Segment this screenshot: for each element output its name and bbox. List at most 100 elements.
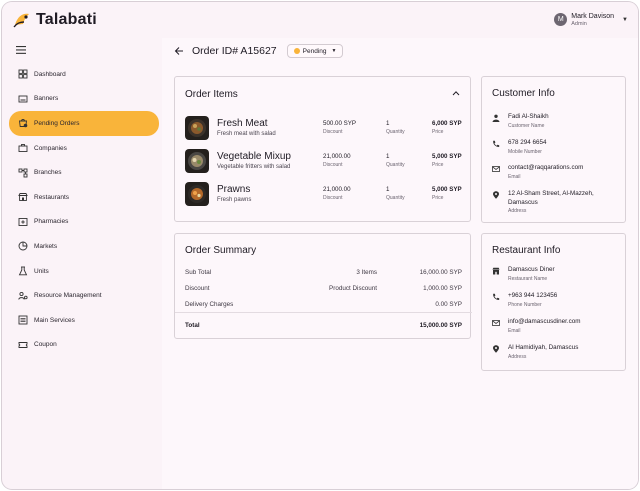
food-image-vegetable-mixup — [185, 149, 209, 173]
item-price: 5,000 SYP Price — [432, 153, 462, 168]
store-icon — [492, 267, 500, 275]
item-description: Fresh meat with salad — [217, 131, 276, 137]
email-icon — [492, 166, 500, 172]
order-items-title: Order Items — [185, 89, 238, 100]
item-description: Vegetable fritters with salad — [217, 164, 291, 170]
status-dropdown[interactable]: Pending ▼ — [286, 44, 344, 58]
list-item[interactable]: Fresh Meat Fresh meat with salad 500.00 … — [185, 116, 465, 142]
restaurant-info-title: Restaurant Info — [492, 245, 561, 256]
person-icon — [492, 114, 500, 122]
caret-down-icon[interactable]: ▼ — [622, 17, 628, 23]
restaurant-name-row: Damascus Diner Restaurant Name — [492, 266, 622, 282]
sidebar-item-label: Banners — [34, 95, 59, 103]
sidebar-item-main-services[interactable]: Main Services — [9, 308, 159, 333]
location-pin-icon — [493, 345, 499, 353]
order-summary-title: Order Summary — [185, 245, 257, 256]
back-arrow-icon[interactable] — [174, 46, 184, 56]
sidebar-item-label: Pharmacies — [34, 218, 69, 226]
page-title: Order ID# A15627 — [192, 45, 277, 57]
customer-name-row: Fadi Al-Shaikh Customer Name — [492, 113, 622, 129]
customer-address-row: 12 Al-Sham Street, Al-Mazzeh, Damascus Ad… — [492, 190, 622, 214]
sidebar-item-resource-management[interactable]: Resource Management — [9, 283, 159, 308]
restaurant-phone-row: +963 944 123456 Phone Number — [492, 292, 622, 308]
sidebar-item-label: Markets — [34, 242, 58, 250]
avatar: M — [554, 13, 568, 27]
email-icon — [492, 320, 500, 326]
summary-row-total: Total 15,000.00 SYP — [185, 322, 462, 329]
status-label: Pending — [302, 47, 327, 55]
sidebar-item-restaurants[interactable]: Restaurants — [9, 185, 159, 210]
item-discount: 21,000.00 Discount — [323, 186, 351, 201]
customer-info-card: Customer Info Fadi Al-Shaikh Customer Nam… — [481, 76, 626, 223]
sidebar-item-pending-orders[interactable]: Pending Orders — [9, 111, 159, 136]
list-box-icon — [18, 315, 28, 325]
chevron-up-icon[interactable] — [452, 90, 460, 96]
customer-phone-row: 678 294 6654 Mobile Number — [492, 139, 622, 155]
caret-down-icon: ▼ — [331, 48, 337, 54]
people-gear-icon — [18, 291, 28, 300]
sidebar: Dashboard Banners Pending Orders Compani… — [2, 38, 162, 489]
sidebar-item-pharmacies[interactable]: Pharmacies — [9, 210, 159, 235]
talabati-logo-icon — [13, 13, 29, 28]
sidebar-item-units[interactable]: Units — [9, 259, 159, 284]
sidebar-item-label: Units — [34, 267, 49, 275]
item-discount: 500.00 SYP Discount — [323, 120, 357, 135]
sidebar-item-label: Pending Orders — [34, 119, 80, 127]
summary-row-delivery: Delivery Charges 0.00 SYP — [185, 301, 462, 308]
flask-icon — [18, 266, 28, 276]
pie-chart-icon — [18, 242, 28, 251]
item-price: 6,000 SYP Price — [432, 120, 462, 135]
branches-icon — [18, 168, 28, 178]
customer-info-title: Customer Info — [492, 88, 555, 99]
brand-name: Talabati — [36, 11, 97, 28]
customer-email-row: contact@raqqarations.com Email — [492, 164, 622, 180]
item-price: 5,000 SYP Price — [432, 186, 462, 201]
hamburger-menu-icon[interactable] — [16, 46, 26, 54]
pending-dot-icon — [293, 48, 300, 54]
brand[interactable]: Talabati — [12, 11, 97, 29]
item-name: Prawns — [217, 184, 251, 195]
food-image-fresh-meat — [185, 116, 209, 140]
pending-orders-icon — [18, 119, 28, 128]
summary-divider — [175, 312, 472, 313]
sidebar-item-markets[interactable]: Markets — [9, 234, 159, 259]
user-name: Mark Davison — [571, 13, 615, 21]
phone-icon — [493, 140, 500, 147]
item-name: Vegetable Mixup — [217, 151, 291, 162]
sidebar-item-label: Main Services — [34, 316, 75, 324]
food-image-prawns — [185, 182, 209, 206]
user-role: Admin — [571, 20, 587, 27]
pharmacy-icon — [18, 217, 28, 226]
sidebar-item-companies[interactable]: Companies — [9, 136, 159, 161]
order-summary-card: Order Summary Sub Total 3 Items 16,000.0… — [174, 233, 472, 339]
item-name: Fresh Meat — [217, 118, 268, 129]
sidebar-item-label: Restaurants — [34, 193, 70, 201]
summary-row-discount: Discount Product Discount 1,000.00 SYP — [185, 285, 462, 292]
sidebar-item-coupon[interactable]: Coupon — [9, 333, 159, 358]
sidebar-item-label: Dashboard — [34, 70, 66, 78]
item-quantity: 1 Quantity — [386, 153, 405, 168]
banner-icon — [18, 95, 28, 103]
list-item[interactable]: Vegetable Mixup Vegetable fritters with … — [185, 149, 465, 175]
main-content: Order ID# A15627 Pending ▼ Order Items F… — [162, 38, 638, 489]
restaurant-info-card: Restaurant Info Damascus Diner Restaurant… — [481, 233, 626, 371]
item-quantity: 1 Quantity — [386, 186, 405, 201]
item-quantity: 1 Quantity — [386, 120, 405, 135]
phone-icon — [493, 293, 500, 300]
item-description: Fresh pawns — [217, 197, 252, 203]
sidebar-nav: Dashboard Banners Pending Orders Compani… — [9, 62, 159, 357]
dashboard-icon — [18, 69, 28, 79]
sidebar-item-label: Branches — [34, 169, 62, 177]
app-window: Talabati M Mark Davison Admin ▼ Dashboar… — [2, 2, 638, 489]
restaurant-email-row: info@damascusdiner.com Email — [492, 318, 622, 334]
order-items-card: Order Items Fresh Meat Fresh meat with s… — [174, 76, 471, 222]
top-bar: Talabati M Mark Davison Admin ▼ — [2, 2, 638, 38]
list-item[interactable]: Prawns Fresh pawns 21,000.00 Discount 1 Qu… — [185, 182, 465, 208]
sidebar-item-dashboard[interactable]: Dashboard — [9, 62, 159, 87]
sidebar-item-branches[interactable]: Branches — [9, 160, 159, 185]
sidebar-item-banners[interactable]: Banners — [9, 87, 159, 112]
item-discount: 21,000.00 Discount — [323, 153, 351, 168]
storefront-icon — [18, 193, 28, 202]
order-header: Order ID# A15627 Pending ▼ — [174, 44, 344, 58]
user-menu[interactable]: M Mark Davison Admin ▼ — [554, 13, 628, 27]
